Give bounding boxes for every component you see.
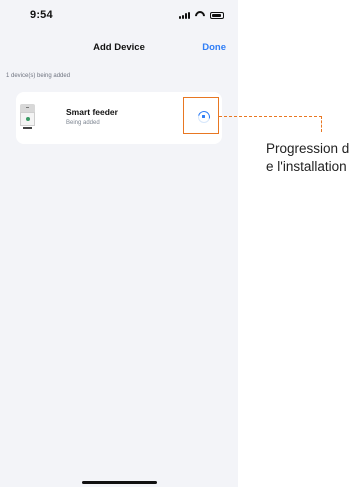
annotation-leader-line: [219, 116, 322, 117]
done-button[interactable]: Done: [202, 42, 226, 53]
annotation-highlight-box: [183, 97, 219, 134]
status-time: 9:54: [30, 9, 53, 21]
annotation-text: Progression de l'installation: [266, 141, 350, 174]
wifi-icon: [195, 11, 205, 19]
status-bar: 9:54: [0, 0, 238, 30]
devices-being-added-label: 1 device(s) being added: [6, 73, 71, 79]
device-name: Smart feeder: [66, 107, 118, 117]
home-indicator: [82, 481, 157, 484]
phone-screen: 9:54 Add Device Done 1 device(s) being a…: [0, 0, 238, 487]
navigation-bar: Add Device Done: [0, 38, 238, 58]
cellular-signal-icon: [179, 11, 190, 19]
status-icons: [179, 11, 224, 19]
device-status: Being added: [66, 120, 100, 126]
annotation-leader-line-vertical: [321, 116, 322, 132]
smart-feeder-icon: [20, 104, 35, 130]
battery-icon: [210, 12, 224, 19]
